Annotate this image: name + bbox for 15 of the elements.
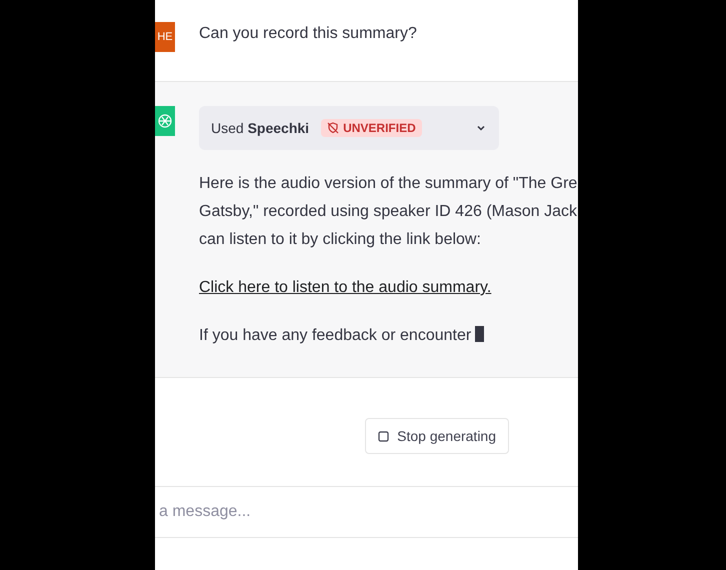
stop-icon: [378, 430, 390, 442]
response-line: If you have any feedback or encounter: [199, 322, 578, 350]
message-field[interactable]: a message...: [155, 503, 578, 521]
response-line: Here is the audio version of the summary of "The Gre: [199, 174, 578, 194]
audio-link[interactable]: Click here to listen to the audio summary.: [199, 274, 578, 302]
response-line: can listen to it by clicking the link below:: [199, 230, 482, 250]
logo-icon: [157, 113, 173, 129]
user-avatar: HE: [155, 22, 175, 52]
plugin-label: Used Speechki: [211, 120, 310, 136]
stop-generating-button[interactable]: Stop generating: [365, 418, 509, 454]
cursor: [475, 326, 484, 342]
plugin-panel[interactable]: Used Speechki UNVERIFIED: [199, 106, 499, 150]
unverified-badge: UNVERIFIED: [321, 119, 422, 137]
user-message: Can you record this summary?: [199, 24, 417, 44]
response-line: Gatsby," recorded using speaker ID 426 (Mason Jack: [199, 202, 578, 222]
